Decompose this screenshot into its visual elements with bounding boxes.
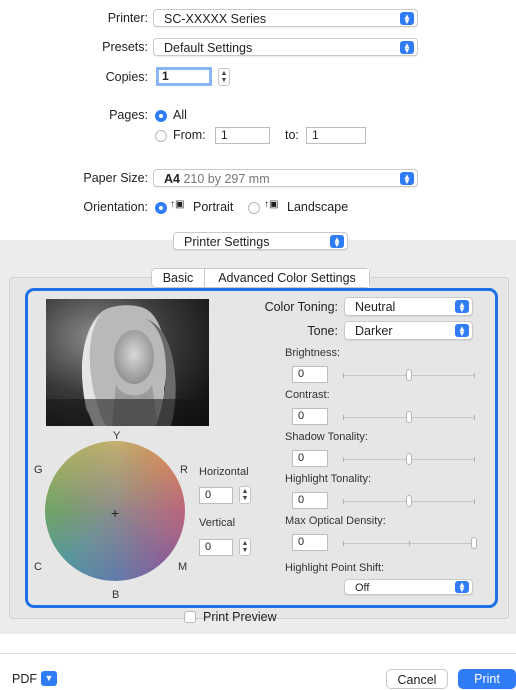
slider-value-input[interactable]: 0 (292, 366, 328, 383)
wheel-label-m: M (178, 561, 188, 573)
slider-tick (408, 541, 410, 546)
wheel-label-b: B (112, 589, 120, 601)
section-popup[interactable]: Printer Settings ▲ ▼ (173, 232, 348, 250)
slider-tick (343, 415, 344, 420)
slider-tick (474, 373, 475, 378)
slider-tick (343, 541, 344, 546)
vertical-stepper[interactable]: ▲ ▼ (239, 538, 251, 556)
slider-label: Brightness: (285, 347, 341, 359)
slider-tick (474, 457, 475, 462)
portrait-label: Portrait (193, 200, 234, 214)
footer-divider (0, 653, 516, 654)
tab-advanced-color-settings[interactable]: Advanced Color Settings (205, 269, 369, 287)
chevron-updown-icon: ▲ ▼ (330, 235, 344, 248)
paper-size-name: A4 (164, 172, 180, 186)
chevron-updown-icon: ▲ ▼ (400, 12, 414, 25)
paper-size-dimensions: 210 by 297 mm (183, 172, 270, 186)
wheel-label-c: C (34, 561, 42, 573)
copies-label: Copies: (105, 70, 148, 84)
chevron-updown-icon: ▲ ▼ (455, 581, 469, 594)
presets-popup[interactable]: Default Settings ▲ ▼ (153, 38, 418, 56)
cancel-button[interactable]: Cancel (386, 669, 448, 689)
color-toning-value: Neutral (355, 300, 396, 314)
tab-basic[interactable]: Basic (152, 269, 204, 287)
wheel-label-g: G (34, 464, 43, 476)
slider-tick (474, 499, 475, 504)
slider-tick (343, 457, 344, 462)
slider-tick (343, 499, 344, 504)
tone-popup[interactable]: Darker ▲ ▼ (344, 321, 473, 340)
slider-label: Contrast: (285, 389, 330, 401)
slider-value-input[interactable]: 0 (292, 408, 328, 425)
section-popup-value: Printer Settings (184, 235, 270, 249)
vertical-label: Vertical (199, 517, 236, 529)
pdf-label: PDF (12, 672, 37, 686)
tone-value: Darker (355, 324, 393, 338)
chevron-down-icon: ▼ (44, 673, 54, 683)
pdf-menu-button[interactable]: ▼ (41, 671, 57, 686)
pages-label: Pages: (109, 108, 148, 122)
slider-knob[interactable] (405, 411, 412, 423)
chevron-updown-icon: ▲ ▼ (400, 41, 414, 54)
presets-label: Presets: (102, 40, 148, 54)
highlight-point-shift-label: Highlight Point Shift: (285, 562, 385, 574)
horizontal-input[interactable]: 0 (199, 487, 233, 504)
tone-label: Tone: (307, 324, 338, 338)
pages-from-input[interactable]: 1 (215, 127, 270, 144)
printer-label: Printer: (107, 11, 148, 25)
wheel-label-y: Y (113, 430, 121, 442)
paper-size-popup[interactable]: A4 210 by 297 mm ▲ ▼ (153, 169, 418, 187)
pages-from-label: From: (173, 128, 206, 142)
chevron-updown-icon: ▲ ▼ (400, 172, 414, 185)
color-toning-label: Color Toning: (264, 300, 338, 314)
portrait-icon: ↑▣ (170, 199, 185, 210)
slider-value-input[interactable]: 0 (292, 450, 328, 467)
print-button[interactable]: Print (458, 669, 516, 689)
slider-tick (474, 415, 475, 420)
pages-all-label: All (173, 108, 187, 122)
printer-value: SC-XXXXX Series (164, 12, 267, 26)
copies-input[interactable]: 1 (156, 67, 212, 86)
slider-tick (343, 373, 344, 378)
orientation-label: Orientation: (83, 200, 148, 214)
slider-knob[interactable] (405, 495, 412, 507)
horizontal-label: Horizontal (199, 466, 249, 478)
slider-knob[interactable] (405, 369, 412, 381)
preview-photo (46, 299, 209, 426)
pages-from-radio[interactable] (155, 130, 167, 142)
pages-to-label: to: (285, 128, 299, 142)
chevron-updown-icon: ▲ ▼ (455, 324, 469, 337)
slider-value-input[interactable]: 0 (292, 534, 328, 551)
landscape-radio[interactable] (248, 202, 260, 214)
paper-size-label: Paper Size: (83, 171, 148, 185)
color-toning-popup[interactable]: Neutral ▲ ▼ (344, 297, 473, 316)
slider-knob[interactable] (471, 537, 477, 549)
slider-label: Max Optical Density: (285, 515, 386, 527)
slider-value-input[interactable]: 0 (292, 492, 328, 509)
presets-value: Default Settings (164, 41, 253, 55)
copies-stepper[interactable]: ▲ ▼ (218, 68, 230, 86)
vertical-input[interactable]: 0 (199, 539, 233, 556)
slider-label: Highlight Tonality: (285, 473, 372, 485)
crosshair-icon: + (111, 505, 120, 521)
landscape-icon: ↑▣ (264, 199, 279, 210)
print-preview-checkbox[interactable] (184, 611, 196, 623)
slider-knob[interactable] (405, 453, 412, 465)
horizontal-stepper[interactable]: ▲ ▼ (239, 486, 251, 504)
pages-all-radio[interactable] (155, 110, 167, 122)
chevron-updown-icon: ▲ ▼ (455, 300, 469, 313)
slider-label: Shadow Tonality: (285, 431, 368, 443)
printer-popup[interactable]: SC-XXXXX Series ▲ ▼ (153, 9, 418, 27)
landscape-label: Landscape (287, 200, 349, 214)
highlight-point-shift-popup[interactable]: Off ▲ ▼ (344, 579, 473, 595)
pages-to-input[interactable]: 1 (306, 127, 366, 144)
print-preview-label: Print Preview (203, 610, 277, 624)
wheel-label-r: R (180, 464, 188, 476)
portrait-radio[interactable] (155, 202, 167, 214)
highlight-point-shift-value: Off (355, 582, 370, 594)
